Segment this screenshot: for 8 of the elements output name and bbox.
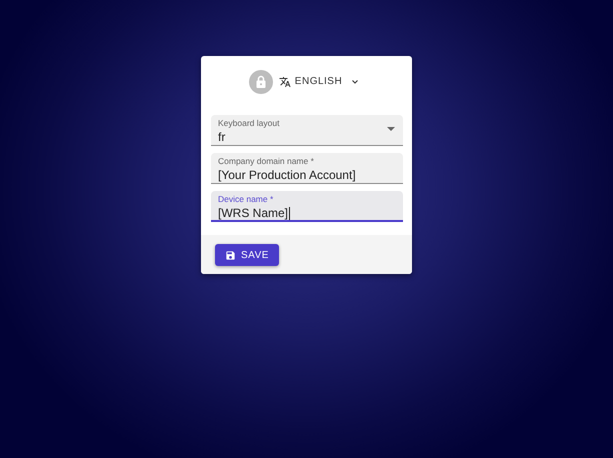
language-selector[interactable]: ENGLISH — [276, 74, 364, 90]
translate-icon — [278, 76, 291, 88]
input-field[interactable]: Device name * [WRS Name] — [211, 191, 403, 222]
dropdown-field[interactable]: Keyboard layout fr — [211, 115, 403, 146]
save-button[interactable]: SAVE — [215, 244, 279, 266]
input-field[interactable]: Company domain name * [Your Production Account] — [211, 153, 403, 184]
lock-icon — [248, 70, 273, 94]
caret-icon — [387, 127, 395, 131]
